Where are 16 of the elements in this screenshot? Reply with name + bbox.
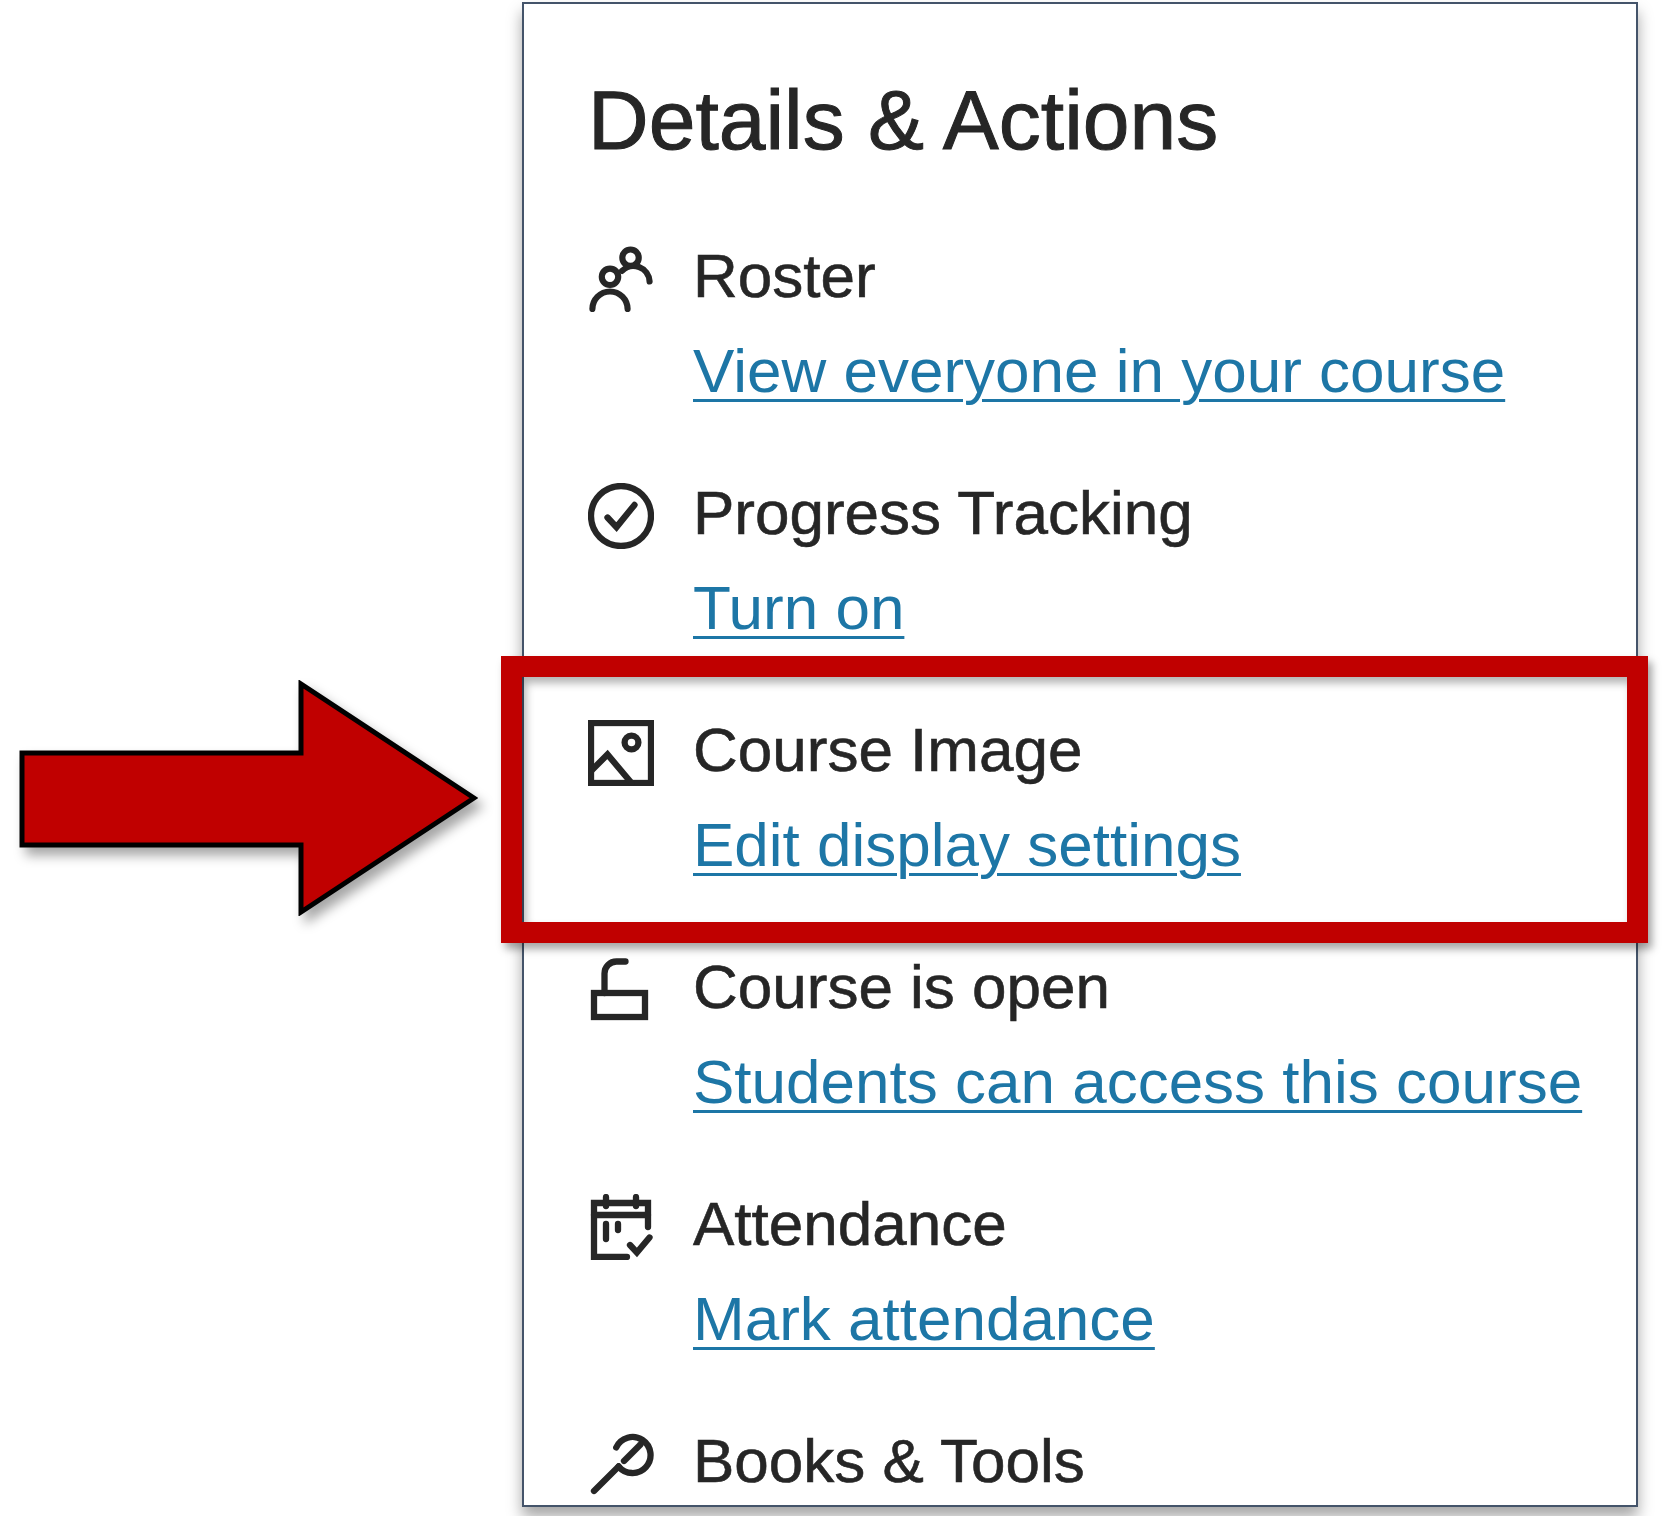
- image-icon: [588, 720, 654, 786]
- section-title: Books & Tools: [693, 1425, 1085, 1497]
- section-title: Course is open: [693, 951, 1111, 1023]
- section-title: Roster: [693, 240, 876, 312]
- wrench-icon: [588, 1431, 654, 1497]
- section-title: Attendance: [693, 1188, 1007, 1260]
- section-link[interactable]: View everyone in your course: [693, 331, 1506, 411]
- section-title: Course Image: [693, 714, 1083, 786]
- section-title: Progress Tracking: [693, 477, 1193, 549]
- section-link[interactable]: Students can access this course: [693, 1042, 1583, 1122]
- calendar-check-icon: [588, 1194, 654, 1260]
- section-link[interactable]: Turn on: [693, 568, 905, 648]
- people-icon: [588, 246, 654, 312]
- section-link[interactable]: Mark attendance: [693, 1279, 1155, 1359]
- section-link[interactable]: Edit display settings: [693, 805, 1241, 885]
- panel-title: Details & Actions: [588, 72, 1220, 169]
